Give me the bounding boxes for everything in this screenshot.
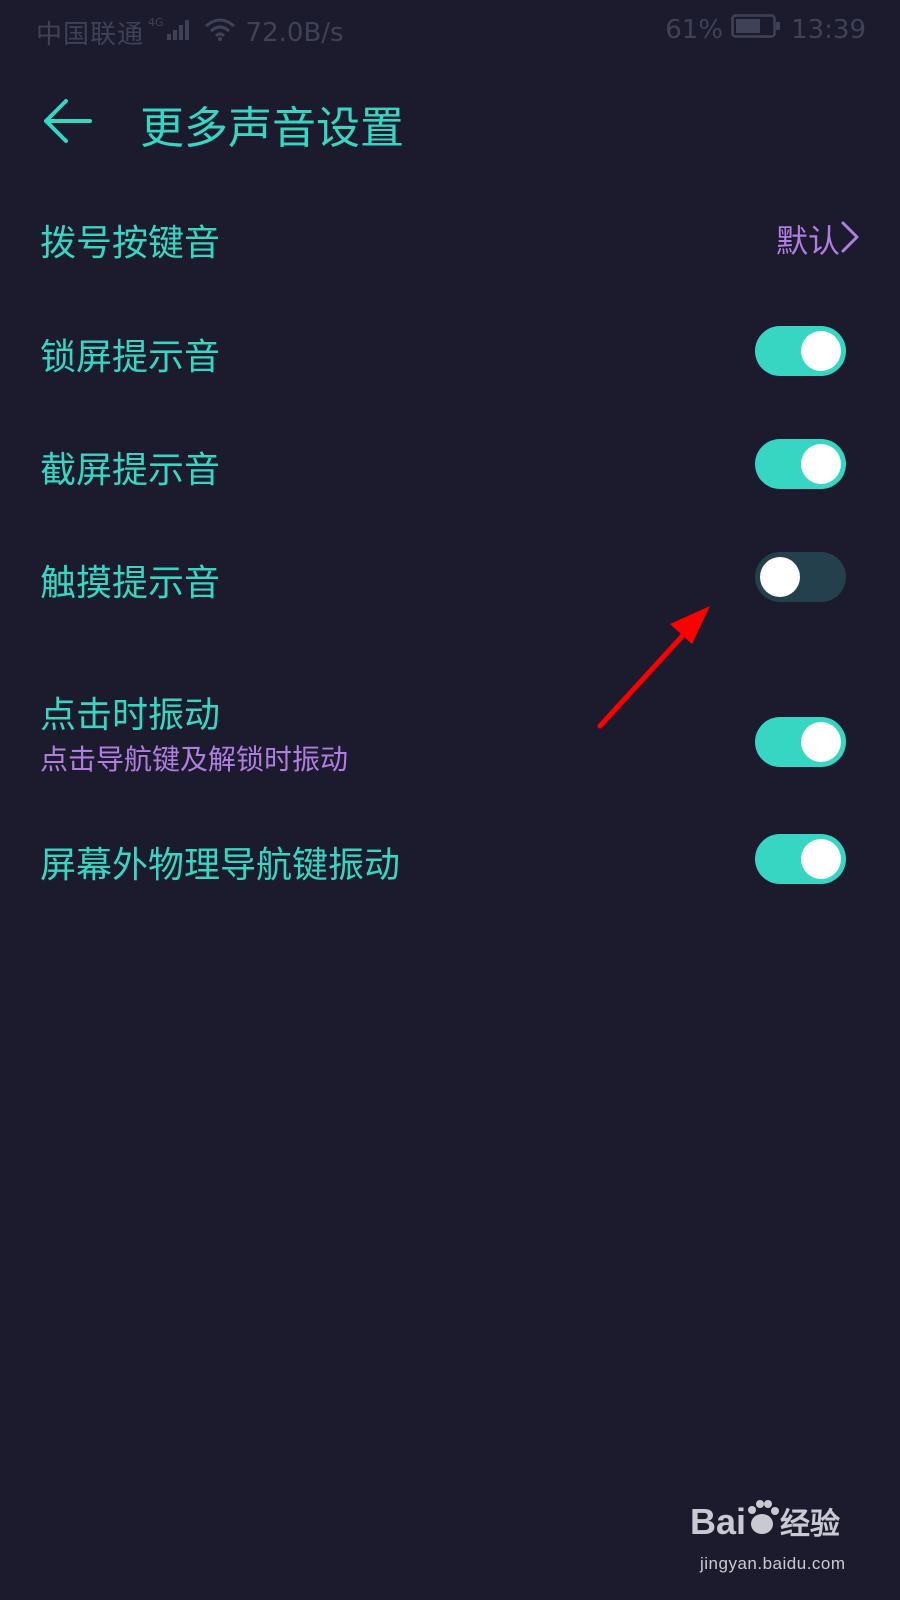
setting-row-tap-vibrate: 点击时振动 点击导航键及解锁时振动 xyxy=(0,686,900,796)
wifi-icon xyxy=(204,17,236,48)
page-title: 更多声音设置 xyxy=(140,103,404,154)
clock: 13:39 xyxy=(791,14,866,45)
screenshot-sound-toggle[interactable] xyxy=(755,439,846,489)
toggle-knob xyxy=(801,722,841,762)
network-type: 4G xyxy=(148,16,164,29)
chevron-right-icon xyxy=(840,220,860,258)
lock-sound-toggle[interactable] xyxy=(755,326,846,376)
setting-label: 拨号按键音 xyxy=(40,223,221,264)
setting-row-dial-tone[interactable]: 拨号按键音 默认 xyxy=(0,200,900,280)
nav-key-vibrate-toggle[interactable] xyxy=(755,834,846,884)
battery-icon xyxy=(731,14,781,45)
setting-label: 锁屏提示音 xyxy=(40,337,221,378)
setting-label: 屏幕外物理导航键振动 xyxy=(40,845,401,886)
toggle-knob xyxy=(801,839,841,879)
status-bar: 中国联通 4G 72.0B/s 61% 13:39 xyxy=(0,0,900,62)
back-button[interactable] xyxy=(40,93,96,149)
signal-icon xyxy=(166,18,192,48)
status-bar-left: 中国联通 4G 72.0B/s xyxy=(36,14,344,51)
setting-label: 截屏提示音 xyxy=(40,450,221,491)
back-arrow-icon xyxy=(44,99,92,143)
setting-row-lock-sound: 锁屏提示音 xyxy=(0,318,900,384)
annotation-arrow-icon xyxy=(597,606,710,729)
carrier-name: 中国联通 xyxy=(36,20,145,50)
toggle-knob xyxy=(801,444,841,484)
setting-sublabel: 点击导航键及解锁时振动 xyxy=(40,743,349,776)
app-header: 更多声音设置 xyxy=(0,80,900,162)
watermark-url: jingyan.baidu.com xyxy=(700,1554,846,1573)
setting-row-touch-sound: 触摸提示音 xyxy=(0,544,900,610)
toggle-knob xyxy=(801,331,841,371)
svg-text:经验: 经验 xyxy=(780,1507,840,1542)
baidu-jingyan-logo: Bai 经验 xyxy=(690,1500,840,1542)
battery-percent: 61% xyxy=(665,14,724,45)
svg-text:Bai: Bai xyxy=(690,1501,746,1542)
toggle-knob xyxy=(760,557,800,597)
touch-sound-toggle[interactable] xyxy=(755,552,846,602)
watermark: Bai 经验 jingyan.baidu.com xyxy=(690,1490,860,1580)
setting-row-nav-key-vibrate: 屏幕外物理导航键振动 xyxy=(0,826,900,892)
network-speed: 72.0B/s xyxy=(245,17,344,48)
setting-row-screenshot-sound: 截屏提示音 xyxy=(0,431,900,497)
tap-vibrate-toggle[interactable] xyxy=(755,717,846,767)
setting-label: 点击时振动 xyxy=(40,695,221,736)
setting-value: 默认 xyxy=(775,222,840,260)
status-bar-right: 61% 13:39 xyxy=(665,14,866,45)
setting-label: 触摸提示音 xyxy=(40,563,221,604)
